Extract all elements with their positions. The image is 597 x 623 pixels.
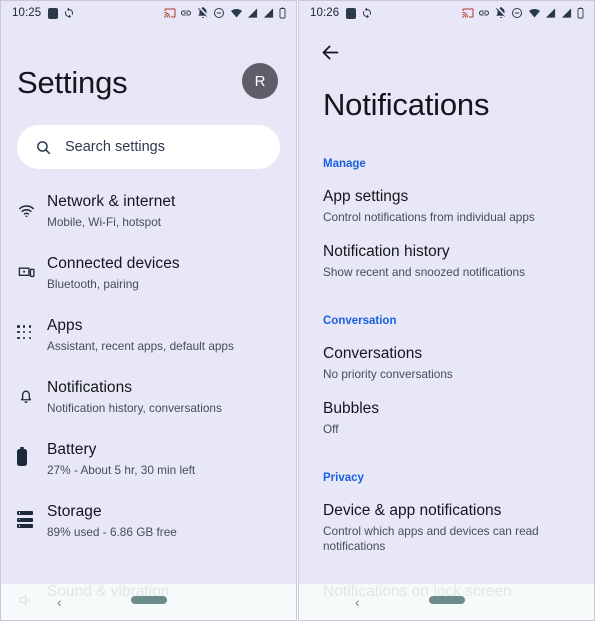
row-subtitle: 27% - About 5 hr, 30 min left <box>47 463 196 477</box>
connected-devices-icon <box>17 251 47 282</box>
row-title: Connected devices <box>47 255 180 272</box>
system-navigation-bar: ‹ <box>299 584 594 620</box>
signal-2-icon <box>561 7 572 19</box>
row-subtitle: Off <box>323 422 339 436</box>
system-navigation-bar: ‹ <box>1 584 296 620</box>
storage-icon <box>17 499 47 529</box>
list-item-notification-history[interactable]: Notification history Show recent and sno… <box>299 242 594 280</box>
sidebar-item-network-internet[interactable]: Network & internet Mobile, Wi-Fi, hotspo… <box>1 189 296 251</box>
list-item-app-settings[interactable]: App settings Control notifications from … <box>299 187 594 225</box>
section-header-manage: Manage <box>323 158 366 170</box>
status-right-icons <box>164 7 288 19</box>
list-item-bubbles[interactable]: Bubbles Off <box>299 399 594 437</box>
apps-grid-icon <box>17 313 47 340</box>
notifications-screen: 10:26 Notifications Manage App settings … <box>298 0 595 621</box>
status-bar-right: 10:26 <box>299 1 594 25</box>
bell-icon <box>17 375 47 405</box>
row-title: Battery <box>47 441 97 458</box>
search-icon <box>35 139 52 156</box>
row-title: Conversations <box>323 345 423 362</box>
row-text: Network & internet Mobile, Wi-Fi, hotspo… <box>47 189 175 230</box>
settings-list: Network & internet Mobile, Wi-Fi, hotspo… <box>1 189 296 561</box>
nav-back-button[interactable]: ‹ <box>355 595 360 609</box>
notifications-off-icon <box>197 7 209 19</box>
row-subtitle: No priority conversations <box>323 367 453 381</box>
status-right-icons <box>462 7 586 19</box>
list-item-device-app-notifications[interactable]: Device & app notifications Control which… <box>299 501 594 554</box>
back-arrow-icon[interactable] <box>317 39 343 65</box>
battery-icon <box>576 7 585 19</box>
row-text: Battery 27% - About 5 hr, 30 min left <box>47 437 195 478</box>
row-subtitle: 89% used - 6.86 GB free <box>47 525 177 539</box>
page-title: Notifications <box>323 87 490 122</box>
status-clock: 10:26 <box>310 7 340 19</box>
row-title: Storage <box>47 503 102 520</box>
nav-back-button[interactable]: ‹ <box>57 595 62 609</box>
row-subtitle: Bluetooth, pairing <box>47 277 139 291</box>
sidebar-item-battery[interactable]: Battery 27% - About 5 hr, 30 min left <box>1 437 296 499</box>
cast-icon <box>164 7 176 19</box>
row-title: App settings <box>323 188 409 205</box>
status-clock: 10:25 <box>12 7 42 19</box>
row-subtitle: Notification history, conversations <box>47 401 222 415</box>
wifi-icon <box>17 189 47 220</box>
signal-icon <box>545 7 556 19</box>
row-subtitle: Control notifications from individual ap… <box>323 210 535 224</box>
row-title: Network & internet <box>47 193 176 210</box>
row-text: Notifications Notification history, conv… <box>47 375 222 416</box>
search-settings-bar[interactable]: Search settings <box>17 125 280 169</box>
sidebar-item-connected-devices[interactable]: Connected devices Bluetooth, pairing <box>1 251 296 313</box>
do-not-disturb-icon <box>511 7 523 19</box>
status-left-icons <box>48 7 75 19</box>
row-text: Connected devices Bluetooth, pairing <box>47 251 180 292</box>
row-subtitle: Assistant, recent apps, default apps <box>47 339 234 353</box>
row-title: Device & app notifications <box>323 502 502 519</box>
row-title: Notifications <box>47 379 133 396</box>
row-subtitle: Control which apps and devices can read … <box>323 524 539 553</box>
sync-icon <box>361 7 373 19</box>
notifications-off-icon <box>495 7 507 19</box>
sync-icon <box>63 7 75 19</box>
sidebar-item-notifications[interactable]: Notifications Notification history, conv… <box>1 375 296 437</box>
cast-icon <box>462 7 474 19</box>
status-bar-left: 10:25 <box>1 1 296 25</box>
sidebar-item-storage[interactable]: Storage 89% used - 6.86 GB free <box>1 499 296 561</box>
settings-screen: 10:25 R Settings Search settings Network… <box>0 0 297 621</box>
sidebar-item-apps[interactable]: Apps Assistant, recent apps, default app… <box>1 313 296 375</box>
wifi-icon <box>230 7 243 19</box>
section-header-conversation: Conversation <box>323 315 397 327</box>
battery-icon <box>17 437 47 466</box>
link-icon <box>180 7 192 19</box>
row-title: Notification history <box>323 243 450 260</box>
signal-2-icon <box>263 7 274 19</box>
status-left-icons <box>346 7 373 19</box>
row-subtitle: Show recent and snoozed notifications <box>323 265 525 279</box>
row-title: Apps <box>47 317 83 334</box>
do-not-disturb-icon <box>213 7 225 19</box>
avatar[interactable]: R <box>242 63 278 99</box>
search-input[interactable]: Search settings <box>65 139 165 155</box>
list-item-conversations[interactable]: Conversations No priority conversations <box>299 344 594 382</box>
row-text: Storage 89% used - 6.86 GB free <box>47 499 177 540</box>
section-header-privacy: Privacy <box>323 472 364 484</box>
row-title: Bubbles <box>323 400 380 417</box>
signal-icon <box>247 7 258 19</box>
home-pill[interactable] <box>428 596 465 604</box>
link-icon <box>478 7 490 19</box>
wifi-icon <box>528 7 541 19</box>
avatar-initial: R <box>254 72 266 90</box>
row-text: Apps Assistant, recent apps, default app… <box>47 313 234 354</box>
battery-icon <box>278 7 287 19</box>
home-pill[interactable] <box>130 596 167 604</box>
dual-screenshot-container: 10:25 R Settings Search settings Network… <box>0 0 597 623</box>
row-subtitle: Mobile, Wi-Fi, hotspot <box>47 215 162 229</box>
square-icon <box>48 7 59 19</box>
square-icon <box>346 7 357 19</box>
